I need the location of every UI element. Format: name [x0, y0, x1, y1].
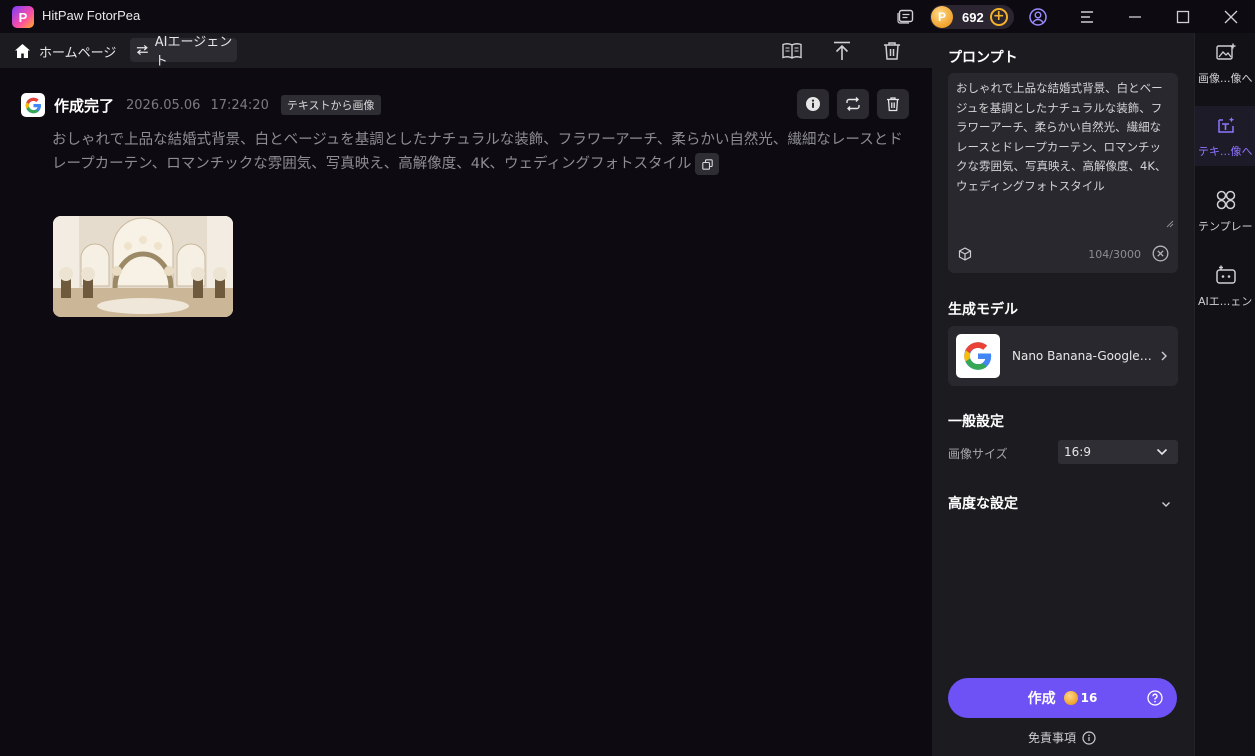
disclaimer-label: 免責事項	[1028, 731, 1077, 745]
home-label: ホームページ	[39, 45, 117, 61]
image-size-label: 画像サイズ	[948, 447, 1008, 461]
export-icon[interactable]	[830, 39, 854, 63]
nav-text-to-image[interactable]: テキ...像へ	[1195, 106, 1255, 166]
text-image-icon	[1215, 114, 1237, 136]
result-time: 17:24:20	[210, 97, 269, 113]
app-logo-letter: P	[18, 9, 28, 25]
nav-label: テキ...像へ	[1198, 145, 1253, 158]
image-add-icon	[1215, 41, 1237, 63]
nav-label: AIエ...ェント	[1198, 295, 1255, 308]
info-circle-icon	[1082, 730, 1096, 745]
google-logo-icon	[21, 93, 45, 117]
home-icon	[15, 44, 30, 58]
nav-templates[interactable]: テンプレート	[1195, 181, 1255, 241]
advanced-settings-title[interactable]: 高度な設定	[948, 493, 1018, 513]
app-window: P HitPaw FotorPea P 692 + ホームページ AIエージェン…	[0, 0, 1255, 756]
ai-agent-icon	[1215, 264, 1237, 286]
nav-image-to-image[interactable]: 画像...像へ	[1195, 33, 1255, 93]
trash-icon	[887, 97, 899, 112]
result-prompt-text: おしゃれで上品な結婚式背景、白とベージュを基調としたナチュラルな装飾、フラワーア…	[52, 132, 903, 172]
regenerate-button[interactable]	[837, 89, 869, 119]
generate-button[interactable]: 作成 16	[948, 678, 1177, 718]
nav-ai-agent[interactable]: AIエ...ェント	[1195, 256, 1255, 316]
copy-prompt-button[interactable]	[695, 153, 720, 175]
swap-icon	[136, 44, 148, 56]
close-icon[interactable]	[1220, 6, 1242, 28]
help-icon[interactable]	[1147, 690, 1163, 706]
guide-book-icon[interactable]	[780, 39, 804, 63]
info-button[interactable]	[797, 89, 829, 119]
prompt-helper-icon[interactable]	[958, 247, 972, 261]
delete-all-icon[interactable]	[880, 39, 904, 63]
menu-icon[interactable]	[1076, 6, 1098, 28]
info-icon	[806, 97, 820, 111]
model-selector[interactable]: Nano Banana-Google:...	[948, 326, 1178, 386]
model-section-title: 生成モデル	[948, 302, 1018, 318]
coin-symbol: P	[937, 10, 946, 24]
side-nav: 画像...像へ テキ...像へ テンプレート AIエ...ェント	[1194, 33, 1255, 756]
title-bar: P HitPaw FotorPea P 692 +	[0, 0, 1255, 33]
prompt-char-count: 104/3000	[1088, 248, 1141, 261]
result-header: 作成完了 2026.05.06 17:24:20 テキストから画像	[21, 92, 381, 118]
account-icon[interactable]	[1027, 6, 1049, 28]
google-logo-icon	[956, 334, 1000, 378]
result-status-title: 作成完了	[54, 96, 115, 115]
main-toolbar: ホームページ AIエージェント	[0, 33, 932, 69]
generate-label: 作成	[1027, 691, 1056, 707]
nav-label: テンプレート	[1198, 220, 1255, 233]
expand-advanced-icon[interactable]	[1161, 501, 1171, 508]
chevron-right-icon	[1161, 351, 1167, 361]
model-name: Nano Banana-Google:...	[1012, 349, 1152, 363]
prompt-input-text: おしゃれで上品な結婚式背景、白とベージュを基調としたナチュラルな装飾、フラワーア…	[956, 81, 1167, 193]
copy-icon	[702, 158, 713, 170]
app-title: HitPaw FotorPea	[42, 8, 141, 23]
add-coins-button[interactable]: +	[989, 8, 1008, 26]
repeat-icon	[846, 97, 860, 111]
templates-icon	[1215, 189, 1237, 211]
ai-agent-tab[interactable]: AIエージェント	[130, 35, 237, 69]
prompt-input[interactable]: おしゃれで上品な結婚式背景、白とベージュを基調としたナチュラルな装飾、フラワーア…	[948, 73, 1178, 273]
delete-result-button[interactable]	[877, 89, 909, 119]
coin-icon: P	[931, 6, 953, 28]
minimize-icon[interactable]	[1124, 6, 1146, 28]
clear-prompt-icon[interactable]	[1152, 245, 1169, 262]
disclaimer-link[interactable]: 免責事項	[1028, 729, 1096, 746]
messages-icon[interactable]	[895, 6, 917, 28]
settings-panel: プロンプト おしゃれで上品な結婚式背景、白とベージュを基調としたナチュラルな装飾…	[932, 33, 1194, 756]
image-size-select[interactable]: 16:9	[1058, 440, 1178, 464]
generated-image-thumbnail[interactable]	[53, 216, 233, 317]
maximize-icon[interactable]	[1172, 6, 1194, 28]
generate-cost: 16	[1080, 691, 1098, 705]
chevron-down-icon	[1156, 448, 1168, 456]
ai-agent-label: AIエージェント	[154, 35, 233, 69]
general-settings-title: 一般設定	[948, 414, 1004, 430]
resize-handle-icon[interactable]	[1165, 219, 1174, 228]
coin-count: 692	[962, 9, 984, 25]
coin-balance[interactable]: P 692 +	[930, 5, 1014, 29]
prompt-section-title: プロンプト	[948, 50, 1018, 66]
coin-icon	[1063, 691, 1078, 705]
result-prompt: おしゃれで上品な結婚式背景、白とベージュを基調としたナチュラルな装飾、フラワーア…	[52, 128, 912, 176]
nav-label: 画像...像へ	[1198, 72, 1253, 85]
home-button[interactable]: ホームページ	[14, 39, 116, 63]
app-logo-icon: P	[12, 6, 34, 28]
result-date: 2026.05.06	[126, 97, 201, 113]
image-size-value: 16:9	[1064, 445, 1091, 459]
result-type-tag: テキストから画像	[280, 95, 381, 115]
